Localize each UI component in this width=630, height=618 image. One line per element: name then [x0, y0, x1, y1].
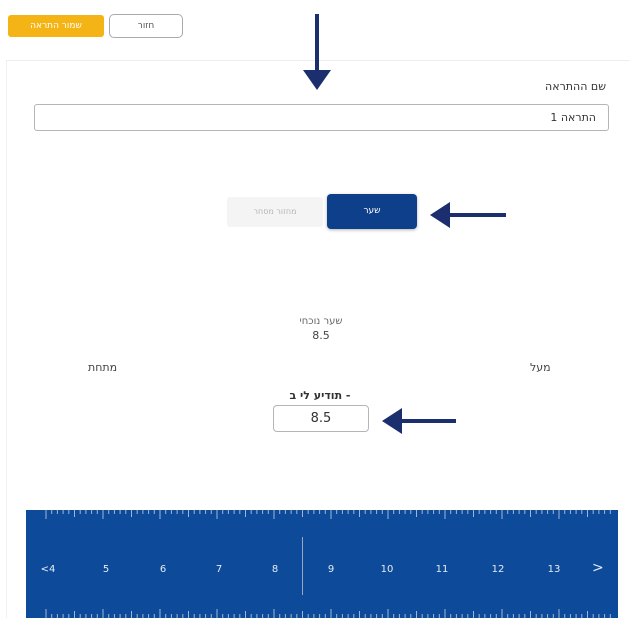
ruler-label: 7 — [215, 564, 223, 575]
ruler-label: 5 — [102, 564, 110, 575]
rate-ruler-slider[interactable]: <4 5 6 7 8 9 10 11 12 13 > — [26, 510, 618, 618]
down-arrow-icon — [303, 14, 331, 90]
toggle-rate-button[interactable]: שער — [327, 194, 417, 229]
ruler-label: <4 — [40, 564, 56, 575]
save-alert-button[interactable]: שמור התראה — [8, 15, 104, 37]
ruler-label: 11 — [435, 564, 449, 575]
current-rate-value: 8.5 — [312, 329, 330, 342]
left-arrow-icon — [382, 408, 456, 434]
back-button[interactable]: חזור — [109, 14, 183, 38]
chevron-right-icon[interactable]: > — [592, 560, 604, 576]
toggle-trading-volume-button[interactable]: מחזור מסחר — [227, 197, 323, 227]
ruler-label: 6 — [159, 564, 167, 575]
target-value-input[interactable]: 8.5 — [273, 405, 369, 432]
below-option[interactable]: מתחת — [88, 361, 117, 374]
alert-name-input[interactable]: התראה 1 — [34, 104, 609, 131]
ruler-label: 8 — [271, 564, 279, 575]
ruler-label: 12 — [491, 564, 505, 575]
ruler-label: 13 — [547, 564, 561, 575]
ruler-label: 9 — [327, 564, 335, 575]
notify-me-at-label: תודיע לי ב - — [289, 389, 351, 402]
alert-name-label: שם ההתראה — [545, 80, 606, 93]
current-rate-label: שער נוכחי — [299, 316, 343, 327]
ruler-center-indicator[interactable] — [302, 537, 303, 595]
left-arrow-icon — [430, 202, 506, 228]
ruler-label: 10 — [380, 564, 394, 575]
above-option[interactable]: מעל — [530, 361, 551, 374]
